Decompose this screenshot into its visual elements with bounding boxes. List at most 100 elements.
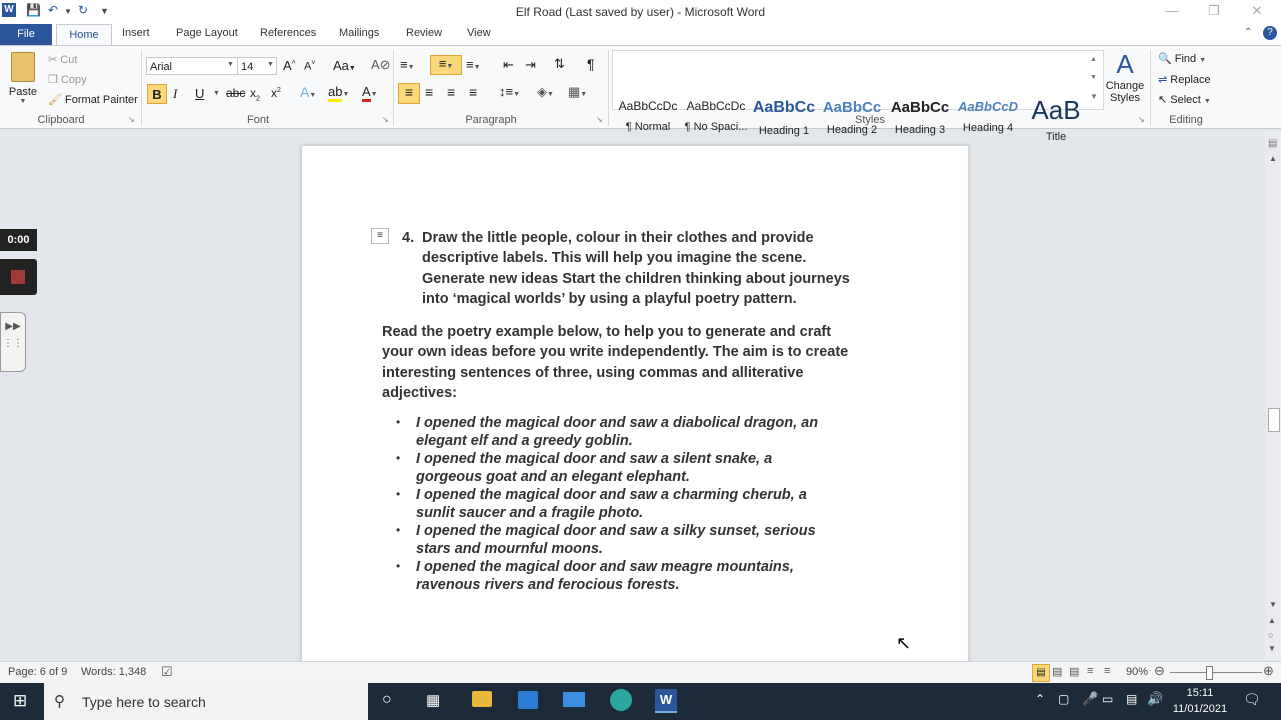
full-screen-reading-icon[interactable]: ▤: [1052, 665, 1062, 678]
style-normal[interactable]: AaBbCcDc ¶ Normal: [615, 95, 681, 143]
font-name-field[interactable]: Arial: [146, 57, 238, 75]
tab-references[interactable]: References: [260, 27, 316, 39]
next-page-icon[interactable]: ▼: [1268, 644, 1276, 653]
replace-button[interactable]: ⇌ Replace: [1158, 73, 1211, 86]
recorder-panel-toggle[interactable]: ▶▶ ⋮⋮: [0, 312, 26, 372]
show-hidden-icons[interactable]: ⌃: [1035, 692, 1045, 706]
styles-more-icon[interactable]: ▼: [1090, 92, 1098, 101]
draft-icon[interactable]: ≡: [1104, 665, 1110, 677]
font-color-icon[interactable]: A▼: [362, 84, 378, 102]
style-heading-1[interactable]: AaBbCс Heading 1: [751, 95, 817, 143]
style-title[interactable]: AaB Title: [1023, 95, 1089, 143]
format-painter-button[interactable]: 🖌 Format Painter: [48, 93, 138, 106]
align-right-icon[interactable]: ≡: [447, 84, 455, 100]
strikethrough-button[interactable]: abc: [226, 86, 245, 100]
windows-start-icon[interactable]: ⊞: [13, 691, 27, 711]
bullets-icon[interactable]: ≡▼: [400, 57, 415, 72]
file-explorer-icon[interactable]: [472, 691, 492, 707]
cut-button[interactable]: ✂ Cut: [48, 53, 77, 66]
copy-button[interactable]: ❐ Copy: [48, 73, 87, 86]
paste-button[interactable]: Paste ▼: [6, 50, 40, 105]
tray-app-icon[interactable]: ▢: [1058, 692, 1069, 706]
sort-icon[interactable]: ⇅: [554, 56, 565, 72]
document-page[interactable]: ≡ 4. Draw the little people, colour in t…: [301, 145, 969, 667]
browse-object-icon[interactable]: ○: [1268, 630, 1273, 640]
word-taskbar-icon[interactable]: W: [655, 689, 677, 713]
prev-page-icon[interactable]: ▲: [1268, 616, 1276, 625]
borders-icon[interactable]: ▦▼: [568, 84, 587, 100]
style-no-spaci[interactable]: AaBbCcDc ¶ No Spaci...: [683, 95, 749, 143]
styles-launcher-icon[interactable]: ↘: [1138, 115, 1145, 124]
clipboard-launcher-icon[interactable]: ↘: [128, 115, 135, 124]
close-icon[interactable]: ✕: [1247, 3, 1267, 19]
edge-icon[interactable]: [610, 689, 632, 711]
styles-scroll-down-icon[interactable]: ▼: [1090, 74, 1097, 81]
zoom-slider[interactable]: [1170, 672, 1262, 673]
align-left-button[interactable]: ≡: [398, 83, 420, 104]
tab-insert[interactable]: Insert: [122, 27, 150, 39]
tab-review[interactable]: Review: [406, 27, 442, 39]
restore-icon[interactable]: ❐: [1204, 3, 1224, 19]
tab-mailings[interactable]: Mailings: [339, 27, 379, 39]
stop-recording-button[interactable]: [0, 259, 37, 295]
underline-dropdown-icon[interactable]: ▼: [213, 90, 220, 97]
microphone-icon[interactable]: 🎤: [1082, 691, 1098, 707]
subscript-button[interactable]: x2: [250, 86, 260, 102]
select-button[interactable]: ↖ Select ▼: [1158, 93, 1211, 106]
highlight-icon[interactable]: ab▼: [328, 84, 349, 102]
justify-icon[interactable]: ≡: [469, 84, 477, 100]
shading-icon[interactable]: ◈▼: [537, 84, 554, 100]
change-case-icon[interactable]: Aa▼: [333, 58, 356, 73]
line-spacing-icon[interactable]: ↕≡▼: [499, 84, 520, 99]
underline-button[interactable]: U: [195, 86, 204, 101]
mail-icon[interactable]: [563, 692, 585, 707]
find-button[interactable]: 🔍 Find ▼: [1158, 52, 1206, 65]
numbering-icon[interactable]: ≡▼: [430, 55, 462, 75]
grow-font-icon[interactable]: A˄: [283, 58, 296, 73]
minimize-ribbon-icon[interactable]: ⌃: [1244, 27, 1252, 38]
paragraph-launcher-icon[interactable]: ↘: [596, 115, 603, 124]
tab-home[interactable]: Home: [56, 24, 112, 45]
style-heading-4[interactable]: AaBbCcD Heading 4: [955, 95, 1021, 143]
font-name-dropdown-icon[interactable]: ▼: [227, 61, 234, 68]
battery-icon[interactable]: ▭: [1102, 692, 1113, 706]
store-icon[interactable]: [518, 691, 538, 709]
taskbar-search[interactable]: ⚲ Type here to search: [44, 683, 368, 720]
network-icon[interactable]: ▤: [1126, 692, 1137, 706]
help-icon[interactable]: ?: [1263, 26, 1277, 40]
vertical-scrollbar[interactable]: ▤ ▲ ▼ ▲ ○ ▼: [1265, 130, 1281, 660]
italic-button[interactable]: I: [173, 86, 177, 102]
tab-view[interactable]: View: [467, 27, 491, 39]
proofing-icon[interactable]: ☑: [161, 664, 173, 680]
superscript-button[interactable]: x2: [271, 86, 281, 100]
print-layout-icon[interactable]: ▤: [1032, 664, 1050, 682]
clock[interactable]: 15:11 11/01/2021: [1168, 685, 1232, 717]
scroll-up-icon[interactable]: ▲: [1269, 154, 1277, 163]
notifications-icon[interactable]: 🗨: [1243, 691, 1261, 708]
web-layout-icon[interactable]: ▤: [1069, 665, 1079, 678]
page-count[interactable]: Page: 6 of 9: [8, 666, 67, 678]
bold-button[interactable]: B: [147, 84, 167, 104]
scroll-down-icon[interactable]: ▼: [1269, 600, 1277, 609]
zoom-slider-thumb[interactable]: [1206, 666, 1213, 680]
font-size-dropdown-icon[interactable]: ▼: [267, 61, 274, 68]
tab-file[interactable]: File: [0, 24, 52, 45]
cortana-icon[interactable]: ○: [382, 691, 392, 709]
decrease-indent-icon[interactable]: ⇤: [503, 57, 514, 73]
font-launcher-icon[interactable]: ↘: [382, 115, 389, 124]
increase-indent-icon[interactable]: ⇥: [525, 57, 536, 73]
outline-icon[interactable]: ≡: [1087, 665, 1093, 677]
volume-icon[interactable]: 🔊: [1147, 691, 1163, 707]
clear-formatting-icon[interactable]: A⊘: [371, 57, 391, 73]
zoom-out-icon[interactable]: ⊖: [1154, 663, 1165, 679]
tab-page-layout[interactable]: Page Layout: [176, 27, 238, 39]
styles-scroll-up-icon[interactable]: ▲: [1090, 56, 1097, 63]
show-marks-icon[interactable]: ¶: [587, 56, 595, 72]
scroll-thumb[interactable]: [1268, 408, 1280, 432]
shrink-font-icon[interactable]: A˅: [304, 60, 315, 73]
minimize-icon[interactable]: —: [1162, 3, 1182, 18]
text-effects-icon[interactable]: A▼: [300, 84, 316, 100]
ruler-toggle-icon[interactable]: ▤: [1268, 138, 1277, 149]
zoom-in-icon[interactable]: ⊕: [1263, 663, 1274, 679]
word-count[interactable]: Words: 1,348: [81, 666, 146, 678]
